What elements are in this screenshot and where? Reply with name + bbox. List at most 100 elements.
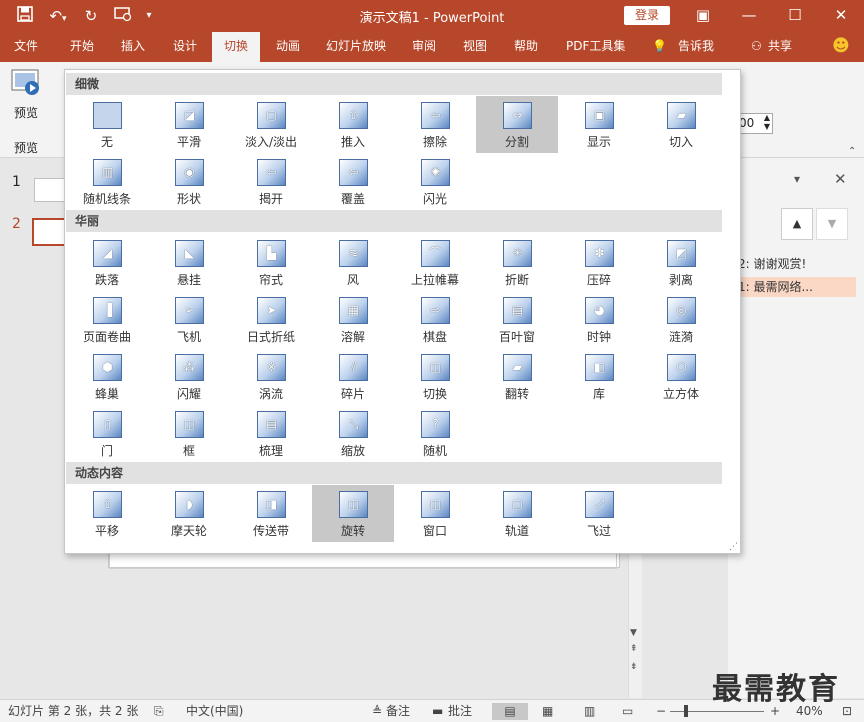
tell-me-lightbulb-icon[interactable]: 💡 [648, 32, 671, 62]
move-up-button[interactable]: ▲ [781, 208, 813, 240]
transition-tile[interactable]: ▰ 切入 [640, 96, 722, 153]
tab-animations[interactable]: 动画 [272, 32, 304, 62]
transition-tile[interactable]: ◩ 剥离 [640, 234, 722, 291]
resize-grip-icon[interactable]: ⋰ [729, 542, 738, 552]
transition-tile[interactable]: ▥ 随机线条 [66, 153, 148, 210]
minimize-icon[interactable]: — [726, 0, 772, 32]
transition-tile[interactable]: ⬢ 蜂巢 [66, 348, 148, 405]
move-down-button[interactable]: ▼ [816, 208, 848, 240]
notes-icon[interactable]: ≜ [372, 703, 382, 720]
transition-tile[interactable]: ≋ 风 [312, 234, 394, 291]
fit-to-window-icon[interactable]: ⊡ [842, 703, 852, 720]
transition-tile[interactable]: ⇦ 擦除 [394, 96, 476, 153]
share-person-icon[interactable]: ⚇ [747, 32, 766, 62]
previous-slide-icon[interactable]: ⇞ [630, 644, 638, 654]
transition-tile[interactable]: ◫ 旋转 [312, 485, 394, 542]
transition-tile[interactable]: ⤡ 缩放 [312, 405, 394, 462]
transition-tile[interactable]: ▤ 百叶窗 [476, 291, 558, 348]
smiley-feedback-icon[interactable]: ☻ [828, 32, 854, 62]
transition-tile[interactable]: ▙ 帘式 [230, 234, 312, 291]
transition-tile[interactable]: ▯ 门 [66, 405, 148, 462]
duration-spin-icon[interactable]: ▲ ▼ [764, 113, 770, 131]
transition-tile[interactable]: ⇔ 分割 [476, 96, 558, 153]
transition-tile[interactable]: ▢ 轨道 [476, 485, 558, 542]
pane-options-chevron-icon[interactable]: ▾ [794, 172, 800, 186]
transition-tile[interactable]: ▤ 梳理 [230, 405, 312, 462]
slide-count-status[interactable]: 幻灯片 第 2 张，共 2 张 [8, 703, 138, 720]
transition-tile[interactable]: ➤ 日式折纸 [230, 291, 312, 348]
maximize-icon[interactable]: ☐ [772, 0, 818, 32]
transition-tile[interactable]: ◫ 切换 [394, 348, 476, 405]
slide-thumbnail-1[interactable] [34, 178, 68, 202]
tab-transitions[interactable]: 切换 [212, 32, 260, 62]
transition-tile[interactable]: ※ 涡流 [230, 348, 312, 405]
transition-tile[interactable]: ◕ 时钟 [558, 291, 640, 348]
comments-icon[interactable]: ▬ [432, 703, 443, 720]
transition-tile[interactable]: ? 随机 [394, 405, 476, 462]
close-icon[interactable]: ✕ [818, 0, 864, 32]
transition-tile[interactable]: ⌒ 上拉帷幕 [394, 234, 476, 291]
transition-tile[interactable]: ◣ 悬挂 [148, 234, 230, 291]
transition-tile[interactable]: ▦ 溶解 [312, 291, 394, 348]
transition-tile[interactable]: ▰ 翻转 [476, 348, 558, 405]
transition-tile[interactable]: ◨ 传送带 [230, 485, 312, 542]
login-button[interactable]: 登录 [624, 6, 670, 25]
next-slide-icon[interactable]: ⇟ [630, 662, 638, 672]
spellcheck-icon[interactable]: ⎘ [154, 703, 164, 720]
transition-tile[interactable]: ✽ 压碎 [558, 234, 640, 291]
transition-tile[interactable]: ✳ 折断 [476, 234, 558, 291]
language-status[interactable]: 中文(中国) [186, 703, 243, 720]
transition-tile[interactable]: ▣ 显示 [558, 96, 640, 153]
reading-view-icon[interactable]: ▥ [584, 703, 595, 720]
slideshow-view-icon[interactable]: ▭ [622, 703, 633, 720]
zoom-out-icon[interactable]: − [656, 703, 666, 720]
animation-item-2[interactable]: 2: 谢谢观赏! [738, 254, 856, 274]
transition-tile[interactable]: ⫽ 碎片 [312, 348, 394, 405]
transition-tile[interactable]: ◎ 涟漪 [640, 291, 722, 348]
transition-tile[interactable]: ◧ 库 [558, 348, 640, 405]
tab-view[interactable]: 视图 [459, 32, 491, 62]
transition-tile[interactable]: ⬡ 立方体 [640, 348, 722, 405]
transition-tile[interactable]: ⇦ 覆盖 [312, 153, 394, 210]
normal-view-icon[interactable]: ▤ [492, 703, 528, 720]
tab-design[interactable]: 设计 [169, 32, 201, 62]
transition-tile[interactable]: ◢ 跌落 [66, 234, 148, 291]
transition-tile[interactable]: ▐ 页面卷曲 [66, 291, 148, 348]
slide-sorter-icon[interactable]: ▦ [542, 703, 553, 720]
preview-button-label[interactable]: 预览 [14, 104, 38, 121]
transition-tile[interactable]: ⇧ 推入 [312, 96, 394, 153]
transition-tile[interactable]: ◫ 框 [148, 405, 230, 462]
tab-share[interactable]: 共享 [764, 32, 796, 62]
notes-button[interactable]: 备注 [386, 703, 410, 720]
pane-close-icon[interactable]: ✕ [834, 170, 847, 188]
zoom-slider-thumb[interactable] [684, 705, 688, 717]
transition-tile[interactable]: ◗ 摩天轮 [148, 485, 230, 542]
transition-tile[interactable]: ▢ 淡入/淡出 [230, 96, 312, 153]
scroll-down-icon[interactable]: ▼ [630, 628, 637, 638]
transition-tile[interactable]: ◪ 平滑 [148, 96, 230, 153]
tab-help[interactable]: 帮助 [510, 32, 542, 62]
slide-thumbnail-2[interactable] [32, 218, 68, 246]
tab-insert[interactable]: 插入 [117, 32, 149, 62]
animation-item-1[interactable]: 1: 最需网络... [738, 277, 856, 297]
collapse-ribbon-icon[interactable]: ⌃ [848, 146, 856, 157]
transition-tile[interactable]: ➢ 飞机 [148, 291, 230, 348]
transition-tile[interactable]: ◉ 形状 [148, 153, 230, 210]
tab-home[interactable]: 开始 [66, 32, 98, 62]
tab-tell-me[interactable]: 告诉我 [674, 32, 718, 62]
transition-tile[interactable]: ⁂ 闪耀 [148, 348, 230, 405]
comments-button[interactable]: 批注 [448, 703, 472, 720]
transition-tile[interactable]: ⇦ 揭开 [230, 153, 312, 210]
tab-slideshow[interactable]: 幻灯片放映 [322, 32, 390, 62]
tab-file[interactable]: 文件 [10, 32, 42, 62]
transition-tile[interactable]: ⇧ 平移 [66, 485, 148, 542]
preview-icon[interactable] [10, 68, 42, 100]
transition-tile[interactable]: ◫ 窗口 [394, 485, 476, 542]
tab-pdf-tools[interactable]: PDF工具集 [562, 32, 629, 62]
transition-tile[interactable]: ⇨ 棋盘 [394, 291, 476, 348]
ribbon-display-icon[interactable]: ▣ [680, 0, 726, 32]
transition-tile[interactable]: ⤢ 飞过 [558, 485, 640, 542]
transition-tile[interactable]: 无 [66, 96, 148, 153]
tab-review[interactable]: 审阅 [408, 32, 440, 62]
transition-tile[interactable]: ✺ 闪光 [394, 153, 476, 210]
